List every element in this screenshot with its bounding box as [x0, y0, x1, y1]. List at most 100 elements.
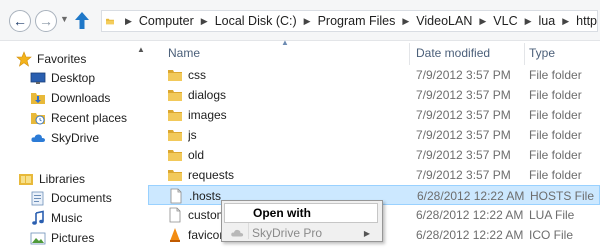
folder-icon	[168, 130, 182, 141]
breadcrumb-vlc[interactable]: VLC	[493, 14, 517, 28]
breadcrumb-separator[interactable]: ▶	[562, 16, 569, 27]
nav-item-downloads[interactable]: Downloads	[30, 88, 110, 108]
nav-item-label: Pictures	[51, 231, 95, 245]
nav-favorites-label: Favorites	[37, 52, 87, 66]
file-row[interactable]: old 7/9/2012 3:57 PM File folder	[148, 145, 600, 165]
file-date-modified: 6/28/2012 12:22 AM	[416, 208, 524, 222]
breadcrumb-program-files[interactable]: Program Files	[318, 14, 396, 28]
context-menu: Open with SkyDrive Pro ▶	[221, 200, 383, 242]
nav-item-label: Desktop	[51, 71, 96, 85]
column-header-type-label: Type	[529, 46, 556, 60]
address-bar[interactable]: ▶ Computer ▶ Local Disk (C:) ▶ Program File…	[101, 10, 598, 32]
breadcrumb-separator[interactable]: ▶	[201, 16, 208, 27]
up-folder-button[interactable]	[73, 10, 91, 32]
folder-icon	[168, 170, 182, 181]
column-header-date-label: Date modified	[416, 46, 491, 60]
nav-item-documents[interactable]: Documents	[30, 188, 112, 208]
nav-item-label: Music	[51, 211, 83, 225]
nav-libraries[interactable]: Libraries	[18, 169, 85, 189]
file-row[interactable]: css 7/9/2012 3:57 PM File folder	[148, 65, 600, 85]
breadcrumb-lua[interactable]: lua	[539, 14, 556, 28]
breadcrumb-local-disk[interactable]: Local Disk (C:)	[215, 14, 297, 28]
file-date-modified: 7/9/2012 3:57 PM	[416, 88, 511, 102]
recent-locations-dropdown[interactable]: ▼	[60, 14, 69, 24]
nav-scroll-up-arrow[interactable]: ▲	[137, 45, 145, 54]
column-divider[interactable]	[409, 43, 410, 65]
file-type: File folder	[529, 148, 582, 162]
breadcrumb-http[interactable]: http	[576, 14, 597, 28]
nav-item-label: Documents	[51, 191, 112, 205]
column-header-date[interactable]: Date modified	[416, 41, 524, 65]
column-divider[interactable]	[524, 43, 525, 65]
submenu-arrow-icon: ▶	[363, 228, 370, 238]
file-icon	[170, 188, 182, 204]
menu-item-open-with[interactable]: Open with	[224, 203, 378, 223]
menu-item-label: Open with	[253, 206, 311, 220]
nav-item-desktop[interactable]: Desktop	[30, 68, 95, 88]
breadcrumb-separator[interactable]: ▶	[304, 16, 311, 27]
recent-places-icon	[31, 113, 45, 125]
file-type: File folder	[529, 88, 582, 102]
downloads-icon	[31, 93, 45, 104]
vlc-icon	[170, 228, 180, 242]
folder-icon	[168, 90, 182, 101]
documents-icon	[31, 191, 44, 206]
skydrive-icon	[31, 134, 45, 142]
file-date-modified: 6/28/2012 12:22 AM	[417, 189, 525, 203]
nav-libraries-label: Libraries	[39, 172, 86, 186]
file-row[interactable]: dialogs 7/9/2012 3:57 PM File folder	[148, 85, 600, 105]
column-header-name[interactable]: Name	[168, 41, 408, 65]
file-name: .hosts	[189, 189, 222, 203]
breadcrumb-separator[interactable]: ▶	[479, 16, 486, 27]
file-date-modified: 7/9/2012 3:57 PM	[416, 168, 511, 182]
file-type: File folder	[529, 168, 582, 182]
folder-icon	[106, 18, 114, 24]
file-date-modified: 7/9/2012 3:57 PM	[416, 128, 511, 142]
skydrive-pro-icon	[231, 229, 244, 237]
column-header-type[interactable]: Type	[529, 41, 599, 65]
breadcrumb-computer[interactable]: Computer	[139, 14, 194, 28]
file-name: old	[188, 148, 205, 162]
file-row[interactable]: images 7/9/2012 3:57 PM File folder	[148, 105, 600, 125]
arrow-left-icon: ←	[13, 13, 27, 29]
back-button[interactable]: ←	[9, 10, 31, 32]
breadcrumb-videolan[interactable]: VideoLAN	[416, 14, 472, 28]
file-date-modified: 6/28/2012 12:22 AM	[416, 228, 524, 242]
menu-item-label: SkyDrive Pro	[252, 226, 323, 240]
file-type: LUA File	[529, 208, 575, 222]
menu-item-skydrive-pro[interactable]: SkyDrive Pro ▶	[224, 223, 378, 243]
nav-item-label: Downloads	[51, 91, 111, 105]
nav-item-music[interactable]: Music	[30, 208, 82, 228]
folder-icon	[168, 70, 182, 81]
file-row[interactable]: js 7/9/2012 3:57 PM File folder	[148, 125, 600, 145]
breadcrumb-separator[interactable]: ▶	[525, 16, 532, 27]
file-type: HOSTS File	[530, 189, 595, 203]
breadcrumb-separator[interactable]: ▶	[402, 16, 409, 27]
file-row[interactable]: requests 7/9/2012 3:57 PM File folder	[148, 165, 600, 185]
file-icon	[169, 207, 181, 223]
folder-icon	[168, 110, 182, 121]
navigation-pane: ▲ Favorites Desktop Downloads Recent pla…	[0, 41, 147, 245]
file-date-modified: 7/9/2012 3:57 PM	[416, 68, 511, 82]
forward-button[interactable]: →	[35, 10, 57, 32]
music-icon	[32, 210, 44, 225]
arrow-right-icon: →	[39, 13, 53, 29]
file-type: File folder	[529, 68, 582, 82]
nav-item-label: SkyDrive	[51, 131, 100, 145]
file-type: ICO File	[529, 228, 574, 242]
nav-item-label: Recent places	[51, 111, 128, 125]
file-name: css	[188, 68, 206, 82]
file-type: File folder	[529, 108, 582, 122]
column-header-name-label: Name	[168, 46, 201, 60]
file-name: dialogs	[188, 88, 227, 102]
file-date-modified: 7/9/2012 3:57 PM	[416, 108, 511, 122]
file-name: js	[188, 128, 197, 142]
breadcrumb-separator[interactable]: ▶	[125, 16, 132, 27]
nav-favorites[interactable]: Favorites	[16, 49, 86, 69]
file-name: requests	[188, 168, 235, 182]
star-icon	[16, 51, 32, 67]
nav-item-pictures[interactable]: Pictures	[30, 228, 94, 248]
desktop-icon	[30, 72, 46, 84]
nav-item-skydrive[interactable]: SkyDrive	[30, 128, 99, 148]
nav-item-recent-places[interactable]: Recent places	[30, 108, 127, 128]
